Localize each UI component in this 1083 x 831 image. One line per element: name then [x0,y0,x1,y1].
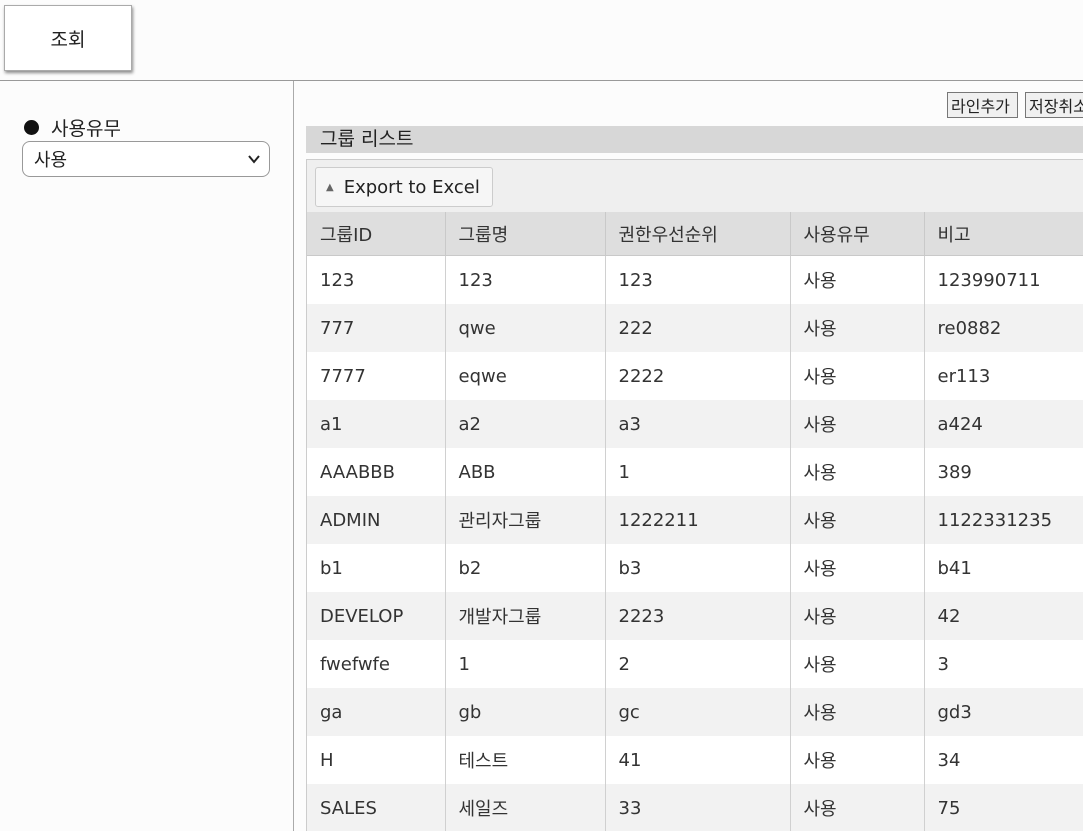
cell-group-name[interactable]: qwe [445,304,606,352]
usage-select[interactable]: 사용 [22,141,270,177]
column-header-usage[interactable]: 사용유무 [790,212,925,256]
table-row[interactable]: 7777 eqwe 2222 사용 er113 [307,352,1083,400]
cell-usage[interactable]: 사용 [790,496,925,544]
cell-remark[interactable]: a424 [924,400,1083,448]
cell-remark[interactable]: 42 [924,592,1083,640]
filter-panel: 사용유무 사용 [0,81,294,831]
table-row[interactable]: SALES 세일즈 33 사용 75 [307,784,1083,831]
cell-remark[interactable]: b41 [924,544,1083,592]
table-row[interactable]: ga gb gc 사용 gd3 [307,688,1083,736]
table-row[interactable]: ADMIN 관리자그룹 1222211 사용 1122331235 [307,496,1083,544]
cell-priority[interactable]: 1222211 [605,496,791,544]
usage-filter-text: 사용유무 [51,118,121,140]
cell-usage[interactable]: 사용 [790,640,925,688]
cell-usage[interactable]: 사용 [790,304,925,352]
cell-priority[interactable]: 222 [605,304,791,352]
cancel-save-button[interactable]: 저장취소 [1025,92,1083,118]
usage-filter-label: 사용유무 [24,114,121,141]
grid-toolbar: ▲ Export to Excel [307,160,1083,213]
cell-priority[interactable]: 123 [605,255,791,304]
cell-group-id[interactable]: 123 [307,255,446,304]
column-header-remark[interactable]: 비고 [924,212,1083,256]
cell-group-id[interactable]: SALES [307,784,446,831]
cell-remark[interactable]: er113 [924,352,1083,400]
usage-select-value: 사용 [34,150,68,171]
cell-group-name[interactable]: 세일즈 [445,784,606,831]
table-row[interactable]: a1 a2 a3 사용 a424 [307,400,1083,448]
group-list-title: 그룹 리스트 [306,126,1083,153]
chevron-down-icon [248,155,260,164]
main-panel: 라인추가 저장취소 그룹 리스트 ▲ Export to Excel 그룹ID 그… [294,81,1083,831]
column-header-priority[interactable]: 권한우선순위 [605,212,791,256]
cell-group-name[interactable]: eqwe [445,352,606,400]
cell-priority[interactable]: a3 [605,400,791,448]
cell-group-name[interactable]: 관리자그룹 [445,496,606,544]
cell-group-id[interactable]: AAABBB [307,448,446,496]
group-grid: ▲ Export to Excel 그룹ID 그룹명 권한우선순위 사용유무 비고 12… [306,159,1083,831]
bullet-icon [24,120,39,135]
cell-group-name[interactable]: b2 [445,544,606,592]
cell-usage[interactable]: 사용 [790,784,925,831]
cell-group-id[interactable]: fwefwfe [307,640,446,688]
table-row[interactable]: DEVELOP 개발자그룹 2223 사용 42 [307,592,1083,640]
cell-priority[interactable]: b3 [605,544,791,592]
cell-group-name[interactable]: 테스트 [445,736,606,784]
cell-remark[interactable]: re0882 [924,304,1083,352]
table-header-row: 그룹ID 그룹명 권한우선순위 사용유무 비고 [307,212,1083,256]
group-table: 그룹ID 그룹명 권한우선순위 사용유무 비고 123 123 123 사용 123990711… [307,212,1083,831]
export-excel-label: Export to Excel [343,176,480,198]
cell-group-id[interactable]: 777 [307,304,446,352]
cell-group-id[interactable]: DEVELOP [307,592,446,640]
cell-remark[interactable]: 389 [924,448,1083,496]
cell-priority[interactable]: 33 [605,784,791,831]
cell-usage[interactable]: 사용 [790,255,925,304]
cell-usage[interactable]: 사용 [790,736,925,784]
table-row[interactable]: H 테스트 41 사용 34 [307,736,1083,784]
export-excel-button[interactable]: ▲ Export to Excel [315,167,493,207]
cell-group-name[interactable]: 개발자그룹 [445,592,606,640]
top-toolbar: 조회 [0,0,1083,81]
cell-usage[interactable]: 사용 [790,448,925,496]
add-line-button[interactable]: 라인추가 [947,92,1018,118]
search-button[interactable]: 조회 [4,5,132,71]
cell-group-name[interactable]: 123 [445,255,606,304]
column-header-group-id[interactable]: 그룹ID [307,212,446,256]
cell-group-id[interactable]: ADMIN [307,496,446,544]
table-row[interactable]: b1 b2 b3 사용 b41 [307,544,1083,592]
triangle-up-icon: ▲ [326,181,334,193]
cell-usage[interactable]: 사용 [790,544,925,592]
cell-group-id[interactable]: b1 [307,544,446,592]
cell-remark[interactable]: gd3 [924,688,1083,736]
column-header-group-name[interactable]: 그룹명 [445,212,606,256]
cell-usage[interactable]: 사용 [790,688,925,736]
cell-remark[interactable]: 123990711 [924,255,1083,304]
cell-priority[interactable]: 2 [605,640,791,688]
cell-group-name[interactable]: a2 [445,400,606,448]
cell-priority[interactable]: 1 [605,448,791,496]
cell-remark[interactable]: 1122331235 [924,496,1083,544]
cell-priority[interactable]: gc [605,688,791,736]
cell-group-name[interactable]: ABB [445,448,606,496]
cell-priority[interactable]: 41 [605,736,791,784]
cell-group-id[interactable]: ga [307,688,446,736]
table-row[interactable]: AAABBB ABB 1 사용 389 [307,448,1083,496]
cell-remark[interactable]: 3 [924,640,1083,688]
table-row[interactable]: fwefwfe 1 2 사용 3 [307,640,1083,688]
cell-remark[interactable]: 34 [924,736,1083,784]
cell-usage[interactable]: 사용 [790,352,925,400]
cell-group-name[interactable]: 1 [445,640,606,688]
cell-usage[interactable]: 사용 [790,592,925,640]
cell-priority[interactable]: 2223 [605,592,791,640]
cell-group-id[interactable]: a1 [307,400,446,448]
cell-group-name[interactable]: gb [445,688,606,736]
cell-priority[interactable]: 2222 [605,352,791,400]
cell-group-id[interactable]: H [307,736,446,784]
cell-remark[interactable]: 75 [924,784,1083,831]
table-row[interactable]: 777 qwe 222 사용 re0882 [307,304,1083,352]
cell-group-id[interactable]: 7777 [307,352,446,400]
table-row[interactable]: 123 123 123 사용 123990711 [307,255,1083,304]
cell-usage[interactable]: 사용 [790,400,925,448]
